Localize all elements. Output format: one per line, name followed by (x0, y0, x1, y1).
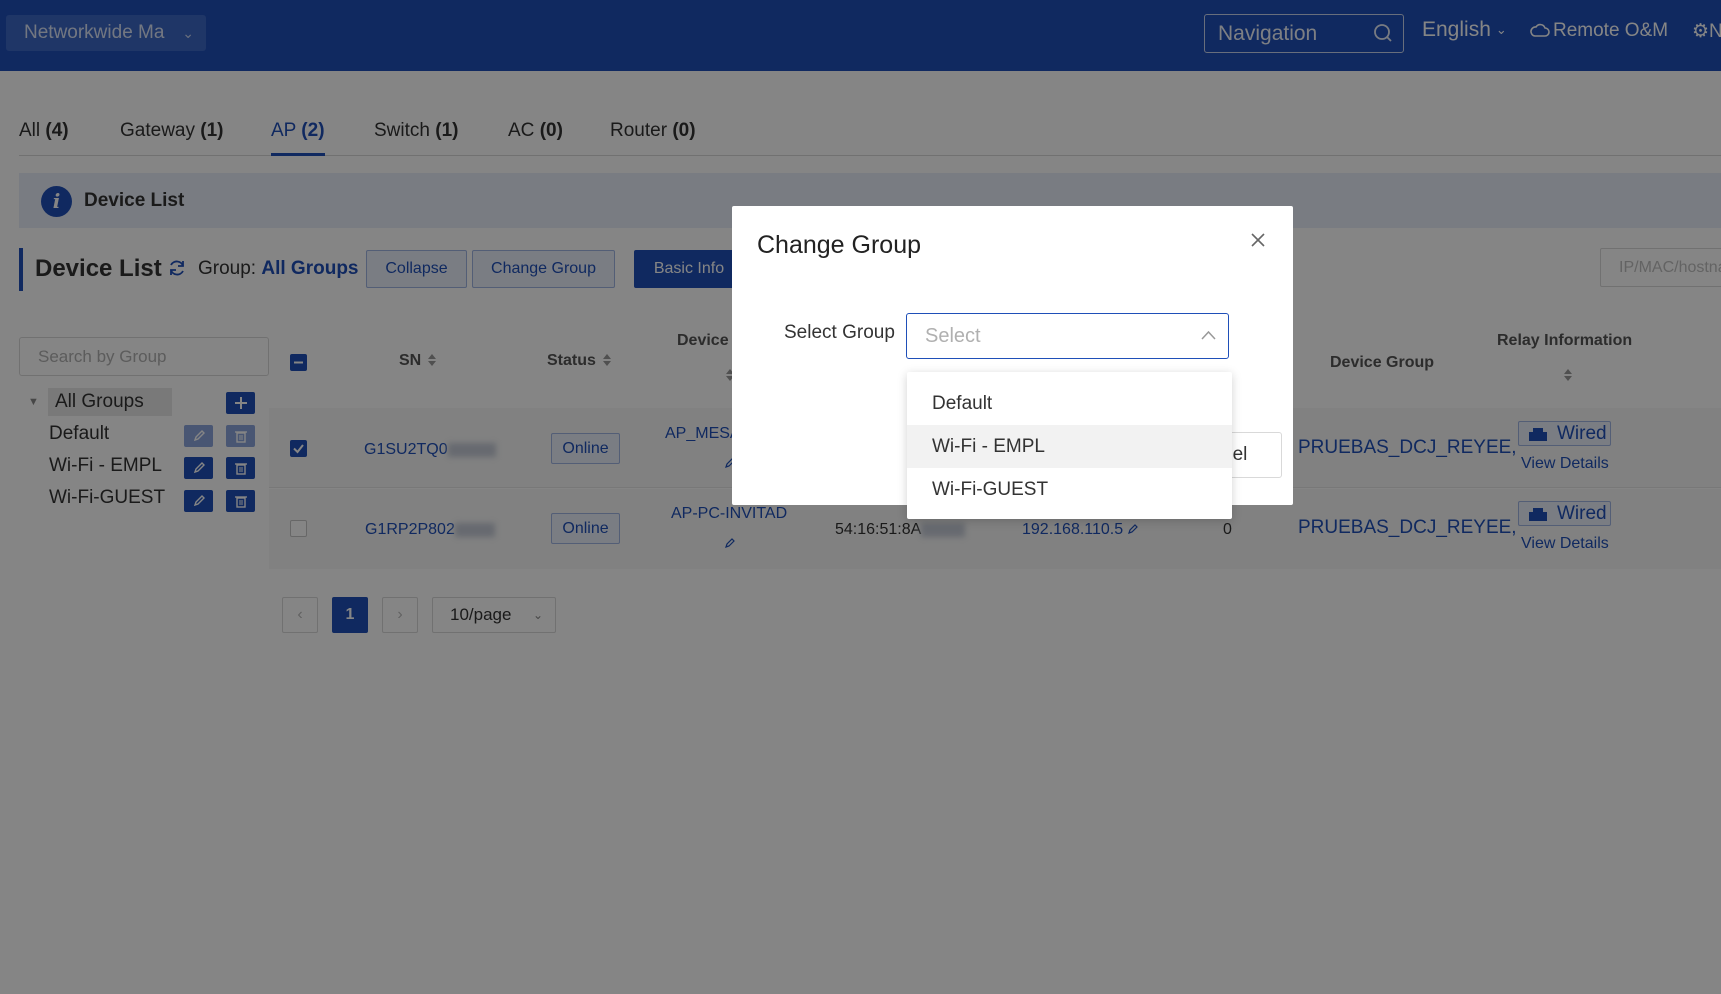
close-icon[interactable] (1249, 231, 1267, 249)
select-placeholder: Select (925, 325, 981, 347)
chevron-up-icon (1201, 330, 1216, 340)
option-default[interactable]: Default (907, 382, 1232, 425)
group-options-dropdown: Default Wi-Fi - EMPL Wi-Fi-GUEST (907, 372, 1232, 519)
select-group-dropdown[interactable]: Select (906, 313, 1229, 359)
option-wifi-empl[interactable]: Wi-Fi - EMPL (907, 425, 1232, 468)
select-group-label: Select Group (784, 322, 895, 343)
option-wifi-guest[interactable]: Wi-Fi-GUEST (907, 468, 1232, 511)
dialog-title: Change Group (757, 231, 922, 259)
